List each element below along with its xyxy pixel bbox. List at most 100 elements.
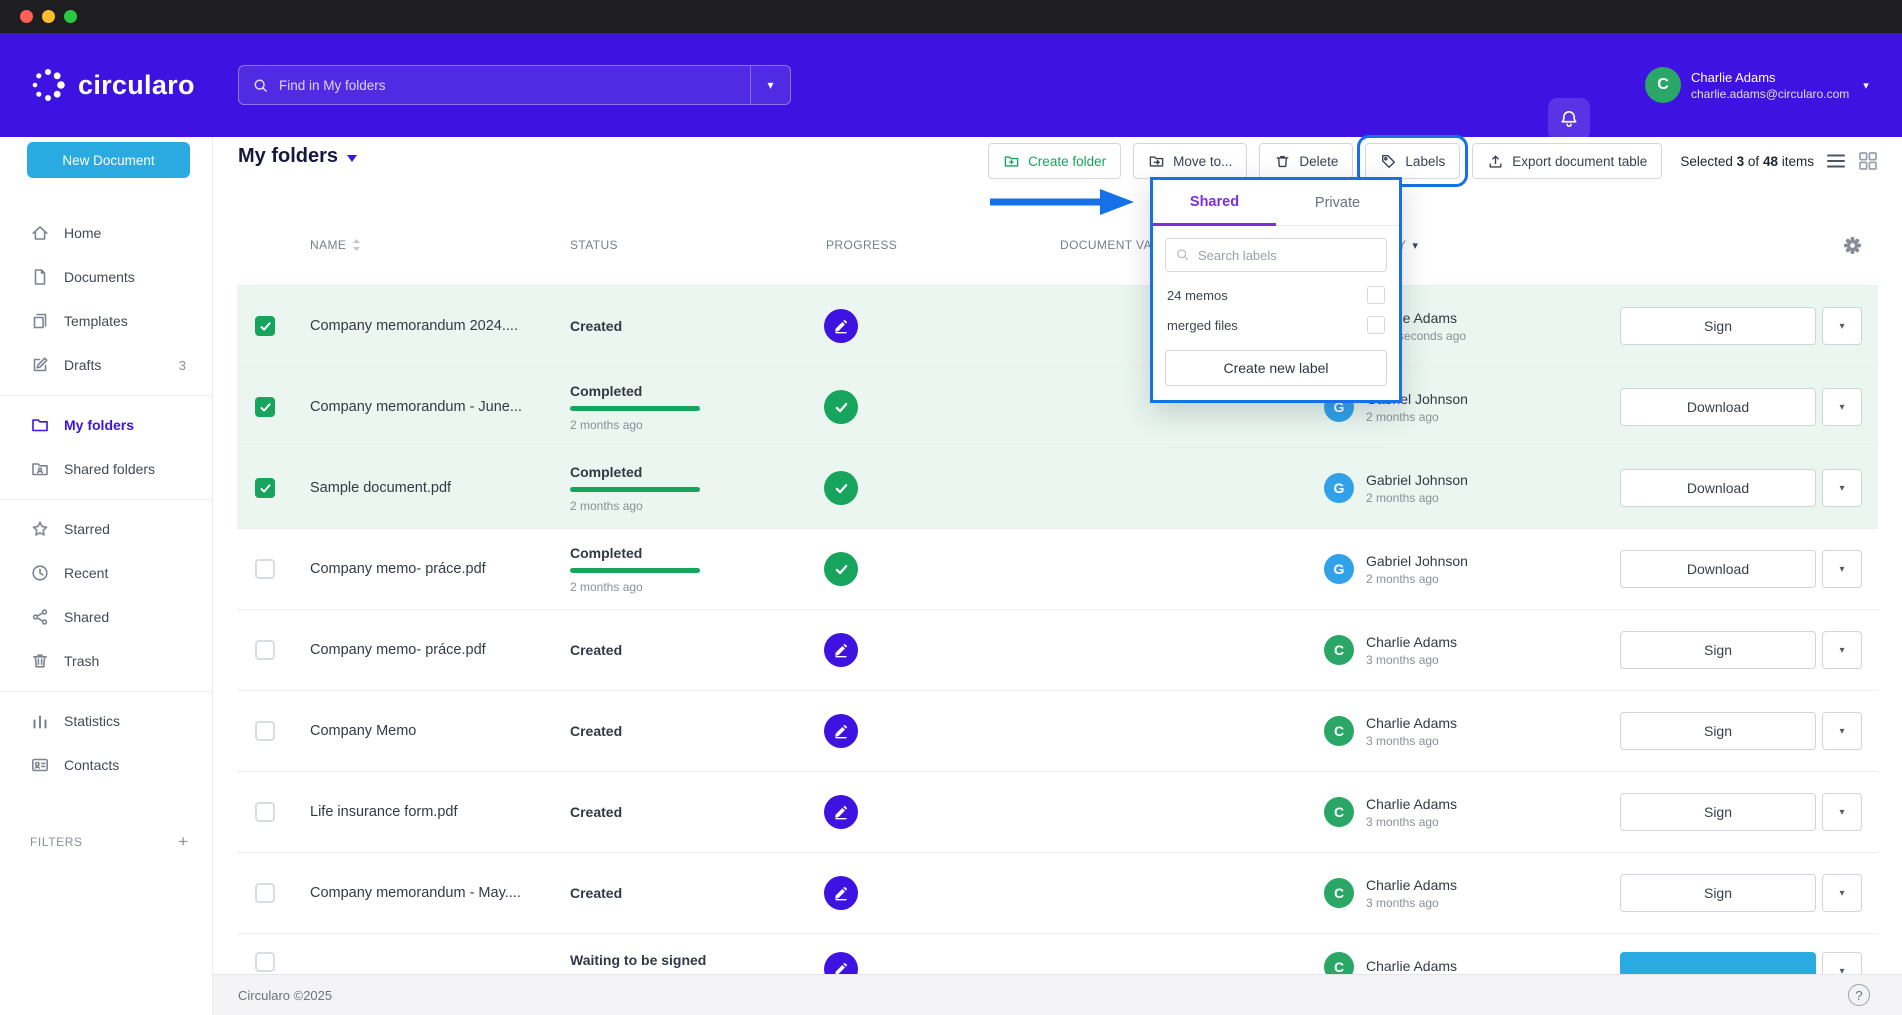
sidebar-item-documents[interactable]: Documents (0, 255, 212, 299)
sort-icon[interactable] (352, 238, 361, 252)
column-progress[interactable]: PROGRESS (810, 238, 1060, 252)
avatar: C (1324, 635, 1354, 665)
sidebar-item-shared[interactable]: Shared (0, 595, 212, 639)
status-cell: Created (570, 885, 810, 901)
label-checkbox[interactable] (1367, 316, 1385, 334)
app-window: circularo ▾ C Charlie Adams charlie.adam… (0, 0, 1902, 1015)
status-text: Completed (570, 383, 810, 399)
add-filter-button[interactable]: + (178, 832, 188, 852)
grid-view-button[interactable] (1858, 151, 1878, 171)
status-cell: Created (570, 804, 810, 820)
export-document-table-button[interactable]: Export document table (1472, 143, 1662, 179)
window-zoom-button[interactable] (64, 10, 77, 23)
tab-shared[interactable]: Shared (1153, 180, 1276, 226)
help-button[interactable]: ? (1848, 984, 1870, 1006)
selection-count: 3 (1737, 154, 1745, 169)
action-button[interactable]: Sign (1620, 631, 1816, 669)
table-row[interactable]: Company memorandum 2024.... Created C Ch… (237, 286, 1878, 367)
modified-name: Gabriel Johnson (1366, 553, 1468, 569)
create-new-label-button[interactable]: Create new label (1165, 350, 1387, 386)
sidebar-divider (0, 683, 212, 699)
action-dropdown-button[interactable]: ▾ (1822, 712, 1862, 750)
table-row[interactable]: Company memorandum - May.... Created C C… (237, 853, 1878, 934)
action-button[interactable]: Download (1620, 388, 1816, 426)
action-dropdown-button[interactable]: ▾ (1822, 469, 1862, 507)
action-button[interactable]: Sign (1620, 307, 1816, 345)
sidebar-item-shared-folders[interactable]: Shared folders (0, 447, 212, 491)
labels-search-input[interactable] (1165, 238, 1387, 272)
table-settings-button[interactable] (1843, 236, 1862, 255)
sidebar-item-templates[interactable]: Templates (0, 299, 212, 343)
toolbar-button-label: Move to... (1173, 154, 1232, 169)
action-dropdown-button[interactable]: ▾ (1822, 550, 1862, 588)
global-search[interactable]: ▾ (238, 65, 791, 105)
label-checkbox[interactable] (1367, 286, 1385, 304)
table-row[interactable]: Company memo- práce.pdf Completed 2 mont… (237, 529, 1878, 610)
modified-by-cell: Charlie Adams 3 months ago (1366, 634, 1457, 667)
toolbar-button-label: Create folder (1028, 154, 1106, 169)
row-checkbox[interactable] (255, 952, 275, 972)
delete-button[interactable]: Delete (1259, 143, 1353, 179)
action-button[interactable]: Sign (1620, 874, 1816, 912)
row-checkbox[interactable] (255, 802, 275, 822)
notifications-button[interactable] (1548, 98, 1590, 140)
chevron-down-icon: ▾ (1839, 321, 1844, 332)
user-email: charlie.adams@circularo.com (1691, 87, 1849, 101)
row-checkbox[interactable] (255, 397, 275, 417)
column-status[interactable]: STATUS (570, 238, 810, 252)
sidebar-item-starred[interactable]: Starred (0, 507, 212, 551)
sidebar-item-recent[interactable]: Recent (0, 551, 212, 595)
row-checkbox[interactable] (255, 316, 275, 336)
create-folder-button[interactable]: Create folder (988, 143, 1121, 179)
search-icon (252, 77, 269, 94)
table-row[interactable]: Sample document.pdf Completed 2 months a… (237, 448, 1878, 529)
action-button[interactable]: Sign (1620, 793, 1816, 831)
search-scope-dropdown[interactable]: ▾ (750, 66, 790, 104)
sidebar-item-drafts[interactable]: Drafts 3 (0, 343, 212, 387)
sidebar-item-trash[interactable]: Trash (0, 639, 212, 683)
table-row[interactable]: Life insurance form.pdf Created C Charli… (237, 772, 1878, 853)
move-to-button[interactable]: Move to... (1133, 143, 1247, 179)
row-checkbox[interactable] (255, 559, 275, 579)
modified-name: Charlie Adams (1366, 958, 1457, 974)
page-title-dropdown[interactable]: My folders (238, 145, 357, 168)
action-dropdown-button[interactable]: ▾ (1822, 388, 1862, 426)
column-name[interactable]: NAME (293, 238, 570, 252)
action-dropdown-button[interactable]: ▾ (1822, 307, 1862, 345)
action-button[interactable]: Download (1620, 469, 1816, 507)
tab-private[interactable]: Private (1276, 180, 1399, 225)
table-row[interactable]: Company memorandum - June... Completed 2… (237, 367, 1878, 448)
list-view-button[interactable] (1826, 153, 1846, 169)
row-checkbox[interactable] (255, 478, 275, 498)
status-cell: Created (570, 642, 810, 658)
action-dropdown-button[interactable]: ▾ (1822, 631, 1862, 669)
sidebar-item-label: Templates (64, 313, 128, 329)
sidebar-item-contacts[interactable]: Contacts (0, 743, 212, 787)
chevron-down-icon: ▾ (1839, 564, 1844, 575)
action-button[interactable]: Sign (1620, 712, 1816, 750)
modified-name: Gabriel Johnson (1366, 472, 1468, 488)
window-close-button[interactable] (20, 10, 33, 23)
row-checkbox[interactable] (255, 640, 275, 660)
label-item-merged-files[interactable]: merged files (1153, 310, 1399, 340)
action-dropdown-button[interactable]: ▾ (1822, 793, 1862, 831)
table-row[interactable]: Company memo- práce.pdf Created C Charli… (237, 610, 1878, 691)
new-document-button[interactable]: New Document (27, 142, 190, 178)
row-checkbox[interactable] (255, 883, 275, 903)
action-button[interactable]: Download (1620, 550, 1816, 588)
action-dropdown-button[interactable]: ▾ (1822, 874, 1862, 912)
check-icon (259, 563, 272, 576)
check-icon (259, 887, 272, 900)
row-checkbox[interactable] (255, 721, 275, 741)
sidebar-item-home[interactable]: Home (0, 211, 212, 255)
user-menu[interactable]: C Charlie Adams charlie.adams@circularo.… (1645, 67, 1869, 103)
labels-button[interactable]: Labels (1365, 143, 1460, 179)
status-cell: Waiting to be signed (570, 952, 810, 968)
avatar: G (1324, 554, 1354, 584)
search-input[interactable] (279, 66, 750, 104)
table-row[interactable]: Company Memo Created C Charlie Adams 3 m… (237, 691, 1878, 772)
label-item-24-memos[interactable]: 24 memos (1153, 280, 1399, 310)
window-minimize-button[interactable] (42, 10, 55, 23)
sidebar-item-my-folders[interactable]: My folders (0, 403, 212, 447)
sidebar-item-statistics[interactable]: Statistics (0, 699, 212, 743)
